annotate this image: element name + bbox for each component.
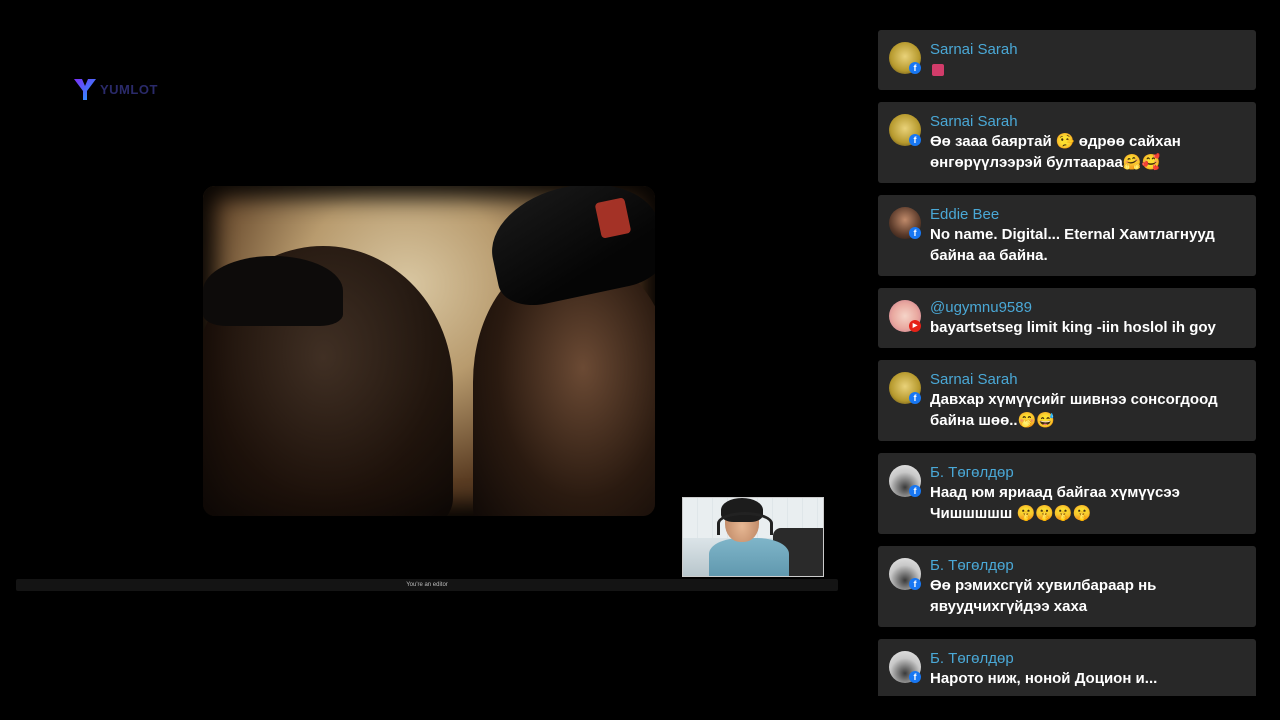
facebook-icon: f xyxy=(909,671,921,683)
youtube-icon: ▶ xyxy=(909,320,921,332)
stream-stage: YUMLOT You're an editor f Sarnai Sarah f… xyxy=(0,0,1280,720)
chat-panel: f Sarnai Sarah f Sarnai Sarah Өө зааа ба… xyxy=(878,30,1256,696)
chat-message: f Б. Төгөлдөр Наад юм яриаад байгаа хүмү… xyxy=(878,453,1256,534)
chat-message: f Б. Төгөлдөр Нарото ниж, ноной Доцион и… xyxy=(878,639,1256,696)
chat-author: Eddie Bee xyxy=(930,206,1000,223)
chat-author: Sarnai Sarah xyxy=(930,113,1018,130)
editor-status-bar: You're an editor xyxy=(16,579,838,591)
webcam-overlay xyxy=(682,497,824,577)
chat-author: Sarnai Sarah xyxy=(930,371,1018,388)
headset-icon xyxy=(717,512,773,535)
chat-text: bayartsetseg limit king -iin hoslol ih g… xyxy=(930,319,1216,336)
chat-author: Б. Төгөлдөр xyxy=(930,557,1014,574)
chat-text xyxy=(930,59,1244,80)
chat-message: f Sarnai Sarah xyxy=(878,30,1256,90)
chat-message: f Б. Төгөлдөр Өө рэмихсгүй хувилбараар н… xyxy=(878,546,1256,627)
chat-text: Өө зааа баяртай 🤥 өдрөө сайхан өнгөрүүлэ… xyxy=(930,133,1181,171)
facebook-icon: f xyxy=(909,62,921,74)
chat-text: No name. Digital... Eternal Хамтлагнууд … xyxy=(930,226,1215,264)
facebook-icon: f xyxy=(909,227,921,239)
facebook-icon: f xyxy=(909,392,921,404)
video-player[interactable] xyxy=(203,186,655,516)
chat-author: Б. Төгөлдөр xyxy=(930,650,1014,667)
chat-text: Нарото ниж, ноной Доцион и... xyxy=(930,670,1158,687)
facebook-icon: f xyxy=(909,134,921,146)
webcam-body xyxy=(709,538,789,576)
chat-text: Өө рэмихсгүй хувилбараар нь явуудчихгүйд… xyxy=(930,577,1157,615)
chat-text: Наад юм яриаад байгаа хүмүүсээ Чишшшшш 🤫… xyxy=(930,484,1180,522)
chat-message: f Sarnai Sarah Өө зааа баяртай 🤥 өдрөө с… xyxy=(878,102,1256,183)
chat-message: f Sarnai Sarah Давхар хүмүүсийг шивнээ с… xyxy=(878,360,1256,441)
chat-message: ▶ @ugymnu9589 bayartsetseg limit king -i… xyxy=(878,288,1256,348)
chat-author: Б. Төгөлдөр xyxy=(930,464,1014,481)
brand-logo: YUMLOT xyxy=(72,74,162,104)
chat-message: f Eddie Bee No name. Digital... Eternal … xyxy=(878,195,1256,276)
facebook-icon: f xyxy=(909,485,921,497)
sticker-icon xyxy=(932,64,944,76)
editor-status-label: You're an editor xyxy=(406,582,448,588)
video-cap-left xyxy=(203,256,343,326)
chat-text: Давхар хүмүүсийг шивнээ сонсогдоод байна… xyxy=(930,391,1218,429)
facebook-icon: f xyxy=(909,578,921,590)
chat-author: @ugymnu9589 xyxy=(930,299,1032,316)
logo-text: YUMLOT xyxy=(100,81,158,97)
chat-author: Sarnai Sarah xyxy=(930,41,1018,58)
logo-icon xyxy=(74,79,96,100)
